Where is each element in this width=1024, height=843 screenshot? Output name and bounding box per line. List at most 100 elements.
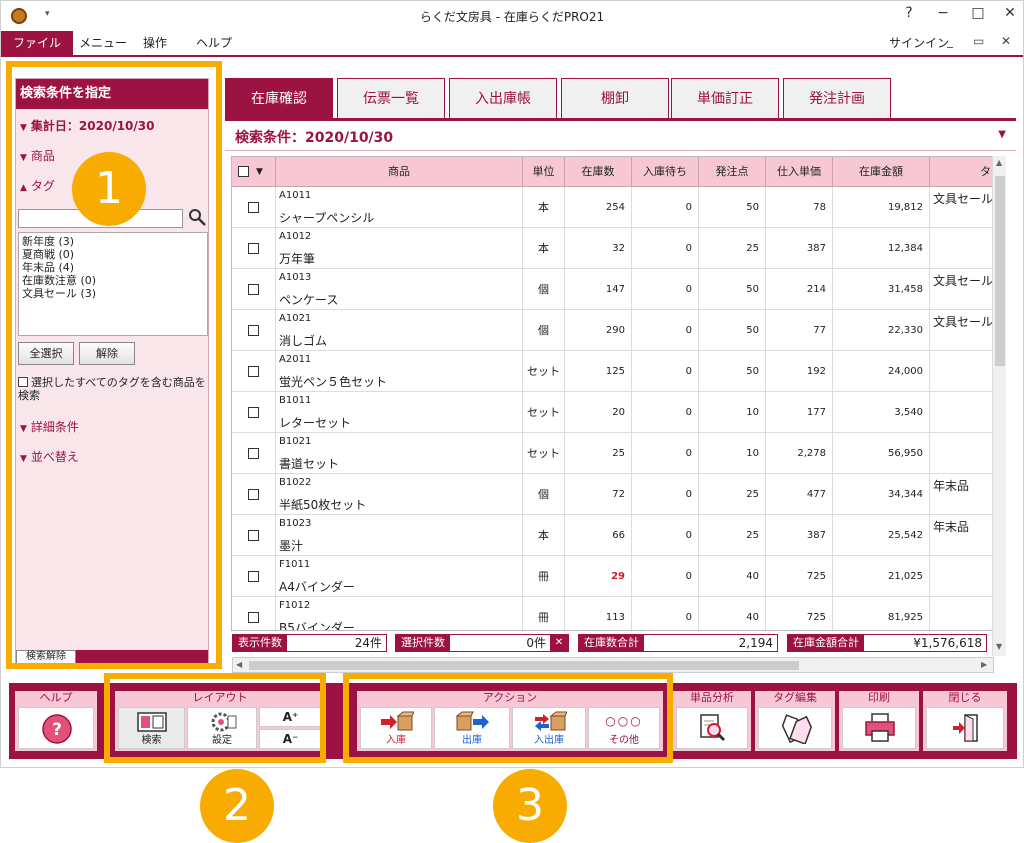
cost-cell[interactable]: 78 (766, 187, 833, 228)
unit-cell[interactable]: 個 (523, 310, 565, 351)
layout-search-button[interactable]: 検索 (118, 707, 185, 749)
row-select-cell[interactable] (232, 228, 276, 269)
table-row[interactable]: A1012 万年筆 本 32 0 25 387 12,384 (232, 228, 1005, 269)
font-decrease-button[interactable]: A⁻ (259, 729, 322, 749)
cost-cell[interactable]: 387 (766, 515, 833, 556)
help-button[interactable]: ? (18, 707, 94, 749)
ribbon-minimize-icon[interactable]: _ (947, 34, 953, 48)
col-header-amount[interactable]: 在庫金額 (833, 157, 930, 187)
stock-cell[interactable]: 25 (565, 433, 632, 474)
header-checkbox[interactable] (238, 166, 249, 177)
cost-cell[interactable]: 2,278 (766, 433, 833, 474)
unit-cell[interactable]: セット (523, 433, 565, 474)
release-button[interactable]: 解除 (79, 342, 135, 365)
cost-cell[interactable]: 177 (766, 392, 833, 433)
row-checkbox[interactable] (248, 243, 259, 254)
table-row[interactable]: A1021 消しゴム個 290 0 50 77 22,330 文具セール (232, 310, 1005, 351)
unit-cell[interactable]: セット (523, 392, 565, 433)
table-row[interactable]: A2011 蛍光ペン５色セット セット 125 0 50 192 24,000 (232, 351, 1005, 392)
incoming-cell[interactable]: 0 (632, 597, 699, 630)
layout-settings-button[interactable]: 設定 (187, 707, 257, 749)
close-app-button[interactable] (926, 707, 1004, 749)
col-header-cost[interactable]: 仕入単価 (766, 157, 833, 187)
reorder-cell[interactable]: 50 (699, 269, 766, 310)
ribbon-restore-icon[interactable]: ▭ (973, 34, 984, 48)
row-checkbox[interactable] (248, 366, 259, 377)
col-header-product[interactable]: 商品 (276, 157, 523, 187)
reorder-cell[interactable]: 10 (699, 392, 766, 433)
stock-cell[interactable]: 254 (565, 187, 632, 228)
row-select-cell[interactable] (232, 597, 276, 630)
product-cell[interactable]: A1012 万年筆 (276, 228, 523, 269)
tag-edit-button[interactable] (758, 707, 832, 749)
cost-cell[interactable]: 77 (766, 310, 833, 351)
stock-cell[interactable]: 29 (565, 556, 632, 597)
tab-inout-ledger[interactable]: 入出庫帳 (449, 78, 557, 118)
row-select-cell[interactable] (232, 556, 276, 597)
cost-cell[interactable]: 477 (766, 474, 833, 515)
section-sort[interactable]: ▼ 並べ替え (16, 446, 208, 468)
incoming-cell[interactable]: 0 (632, 556, 699, 597)
select-all-button[interactable]: 全選択 (18, 342, 74, 365)
col-header-stock[interactable]: 在庫数 (565, 157, 632, 187)
reorder-cell[interactable]: 50 (699, 351, 766, 392)
product-analysis-button[interactable] (676, 707, 748, 749)
cost-cell[interactable]: 725 (766, 556, 833, 597)
unit-cell[interactable]: 個 (523, 474, 565, 515)
table-row[interactable]: B1022 半紙50枚セット個 72 0 25 477 34,344 年末品 (232, 474, 1005, 515)
horizontal-scroll-thumb[interactable] (249, 661, 799, 670)
stock-cell[interactable]: 290 (565, 310, 632, 351)
col-header-incoming[interactable]: 入庫待ち (632, 157, 699, 187)
incoming-cell[interactable]: 0 (632, 433, 699, 474)
reorder-cell[interactable]: 25 (699, 515, 766, 556)
stock-out-button[interactable]: 出庫 (434, 707, 510, 749)
row-checkbox[interactable] (248, 530, 259, 541)
stock-cell[interactable]: 66 (565, 515, 632, 556)
maximize-button[interactable]: □ (967, 5, 989, 21)
unit-cell[interactable]: 個 (523, 269, 565, 310)
unit-cell[interactable]: セット (523, 351, 565, 392)
condition-bar[interactable]: 検索条件：2020/10/30 ▼ (225, 121, 1016, 151)
tag-list[interactable]: 新年度 (3) 夏商戦 (0) 年末品 (4) 在庫数注意 (0) 文具セール … (18, 232, 208, 336)
amount-cell[interactable]: 22,330 (833, 310, 930, 351)
amount-cell[interactable]: 19,812 (833, 187, 930, 228)
cost-cell[interactable]: 387 (766, 228, 833, 269)
table-row[interactable]: F1011 A4バインダー 冊 29 0 40 725 21,025 (232, 556, 1005, 597)
col-header-unit[interactable]: 単位 (523, 157, 565, 187)
incoming-cell[interactable]: 0 (632, 187, 699, 228)
ribbon-close-icon[interactable]: ✕ (1001, 34, 1011, 48)
row-checkbox[interactable] (248, 284, 259, 295)
tag-list-item[interactable]: 年末品 (4) (22, 261, 204, 274)
row-select-cell[interactable] (232, 269, 276, 310)
vertical-scroll-thumb[interactable] (995, 176, 1005, 366)
signin-link[interactable]: サインイン (889, 34, 949, 51)
search-icon[interactable] (187, 207, 207, 227)
unit-cell[interactable]: 本 (523, 187, 565, 228)
tab-stock-check[interactable]: 在庫確認 (225, 78, 333, 118)
stock-cell[interactable]: 32 (565, 228, 632, 269)
include-all-tags-checkbox[interactable] (18, 377, 28, 387)
row-select-cell[interactable] (232, 187, 276, 228)
amount-cell[interactable]: 31,458 (833, 269, 930, 310)
row-checkbox[interactable] (248, 612, 259, 623)
reorder-cell[interactable]: 10 (699, 433, 766, 474)
menu-file[interactable]: ファイル (1, 31, 74, 55)
section-date[interactable]: ▼ 集計日：2020/10/30 (16, 115, 208, 137)
scroll-up-icon[interactable]: ▲ (996, 158, 1002, 167)
menu-operation[interactable]: 操作 (131, 31, 179, 55)
tab-price-correction[interactable]: 単価訂正 (671, 78, 779, 118)
tab-order-plan[interactable]: 発注計画 (783, 78, 891, 118)
table-row[interactable]: F1012 B5バインダー 冊 113 0 40 725 81,925 (232, 597, 1005, 630)
amount-cell[interactable]: 81,925 (833, 597, 930, 630)
row-checkbox[interactable] (248, 571, 259, 582)
minimize-button[interactable]: − (932, 5, 954, 21)
incoming-cell[interactable]: 0 (632, 269, 699, 310)
font-increase-button[interactable]: A⁺ (259, 707, 322, 727)
stock-cell[interactable]: 72 (565, 474, 632, 515)
unit-cell[interactable]: 冊 (523, 556, 565, 597)
header-select-all[interactable]: ▼ (232, 157, 276, 187)
row-checkbox[interactable] (248, 489, 259, 500)
row-select-cell[interactable] (232, 474, 276, 515)
amount-cell[interactable]: 56,950 (833, 433, 930, 474)
section-detail[interactable]: ▼ 詳細条件 (16, 416, 208, 438)
